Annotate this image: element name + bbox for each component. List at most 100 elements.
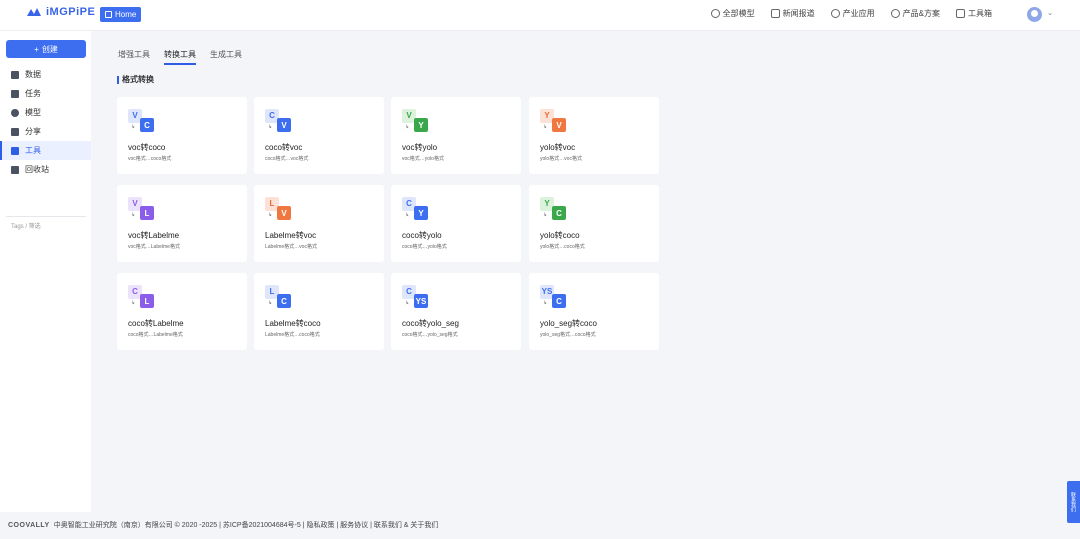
tab-convert[interactable]: 转换工具 [164,49,196,65]
nav-label: 工具箱 [968,9,992,18]
sidebar-item-trash[interactable]: 回收站 [0,160,91,179]
top-nav: 全部模型 新闻报道 产业应用 产品&方案 工具箱 [710,8,992,19]
format-convert-icon: L ↳ V [265,197,292,222]
plus-icon: + [34,44,39,54]
card-title: Labelme转coco [265,319,321,328]
format-convert-icon: C ↳ V [265,109,292,134]
sidebar-item-share[interactable]: 分享 [0,122,91,141]
tool-card[interactable]: C ↳ L coco转Labelme coco格式…Labelme格式 [117,273,247,350]
format-convert-icon: V ↳ Y [402,109,429,134]
tool-card[interactable]: V ↳ Yvoc转yolo voc格式…yolo格式 [391,97,521,174]
target-format-badge: L [140,206,154,220]
format-convert-icon: YS ↳ C [540,285,567,310]
target-format-badge: V [277,206,291,220]
sidebar-item-tool[interactable]: 工具 [0,141,91,160]
avatar[interactable] [1027,7,1042,22]
format-convert-icon: V ↳ C [128,109,155,134]
tool-card[interactable]: L ↳ C Labelme转coco Labelme格式…coco格式 [254,273,384,350]
target-format-badge: V [277,118,291,132]
card-description: coco格式…Labelme格式 [128,332,183,338]
card-title: coco转yolo_seg [402,319,459,328]
sidebar: + 创建 数据 任务 模型 分享 工具 回收站 Tags / 筛选 [0,31,91,512]
sidebar-item-label: 模型 [25,108,41,117]
target-format-badge: C [552,294,566,308]
card-description: yolo格式…voc格式 [540,156,582,162]
create-button[interactable]: + 创建 [6,40,86,58]
card-title: yolo转voc [540,143,576,152]
arrow-icon: ↳ [131,124,136,130]
section-title: 格式转换 [117,76,154,84]
format-convert-icon: L ↳ C [265,285,292,310]
target-format-badge: Y [414,206,428,220]
home-button[interactable]: Home [100,7,142,22]
format-convert-icon: C ↳ L [128,285,155,310]
chevron-down-icon[interactable]: ⌄ [1047,9,1053,17]
card-title: coco转voc [265,143,303,152]
tool-card[interactable]: C ↳ Vcoco转voc coco格式…voc格式 [254,97,384,174]
card-title: Labelme转voc [265,231,317,240]
create-label: 创建 [41,44,58,54]
sidebar-item-task[interactable]: 任务 [0,84,91,103]
nav-products[interactable]: 产品&方案 [890,8,940,19]
tool-card[interactable]: V ↳ Lvoc转Labelme voc格式…Labelme格式 [117,185,247,262]
model-icon [11,108,19,117]
tags-filter[interactable]: Tags / 筛选 [11,221,41,230]
tool-card[interactable]: V ↳ Cvoc转coco voc格式…coco格式 [117,97,247,174]
sidebar-item-data[interactable]: 数据 [0,65,91,84]
target-format-badge: Y [414,118,428,132]
target-format-badge: L [140,294,154,308]
card-title: voc转coco [128,143,166,152]
sidebar-item-label: 任务 [25,89,41,98]
logo-icon [27,8,41,16]
nav-label: 新闻报道 [782,9,815,18]
footer: COOVALLY 中奥智能工业研究院（南京）有限公司 © 2020 -2025 … [8,520,438,530]
arrow-icon: ↳ [268,124,273,130]
card-description: Labelme格式…coco格式 [265,332,320,338]
target-format-badge: C [140,118,154,132]
tool-icon [11,146,19,155]
arrow-icon: ↳ [131,212,136,218]
sidebar-item-label: 数据 [25,70,41,79]
footer-text[interactable]: 中奥智能工业研究院（南京）有限公司 © 2020 -2025 | 苏ICP备20… [54,520,439,530]
target-format-badge: V [552,118,566,132]
tool-card[interactable]: YS ↳ C yolo_seg转coco yolo_seg格式…coco格式 [529,273,659,350]
card-description: yolo_seg格式…coco格式 [540,332,596,338]
nav-toolbox[interactable]: 工具箱 [956,8,992,19]
sidebar-item-model[interactable]: 模型 [0,103,91,122]
card-description: coco格式…yolo_seg格式 [402,332,458,338]
tool-card[interactable]: C ↳ YS coco转yolo_seg coco格式…yolo_seg格式 [391,273,521,350]
home-icon [105,11,112,18]
card-description: voc格式…Labelme格式 [128,244,180,250]
contact-float-button[interactable]: 联系我们 [1067,481,1080,523]
tab-enhance[interactable]: 增强工具 [118,49,150,65]
shield-icon [890,9,900,18]
card-title: yolo_seg转coco [540,319,597,328]
arrow-icon: ↳ [268,212,273,218]
card-title: coco转Labelme [128,319,184,328]
nav-news[interactable]: 新闻报道 [770,8,815,19]
nav-industry[interactable]: 产业应用 [830,8,875,19]
card-description: coco格式…yolo格式 [402,244,447,250]
trash-icon [11,165,19,174]
card-title: coco转yolo [402,231,442,240]
footer-brand: COOVALLY [8,521,50,529]
tab-generate[interactable]: 生成工具 [210,49,242,65]
tool-card[interactable]: C ↳ Y coco转yolo coco格式…yolo格式 [391,185,521,262]
arrow-icon: ↳ [405,124,410,130]
logo[interactable]: iMGPiPE [26,6,95,18]
data-icon [11,70,19,79]
task-icon [11,89,19,98]
target-format-badge: C [277,294,291,308]
arrow-icon: ↳ [543,212,548,218]
home-label: Home [115,10,137,19]
card-description: Labelme格式…voc格式 [265,244,317,250]
card-description: voc格式…coco格式 [128,156,172,162]
nav-all-models[interactable]: 全部模型 [710,8,755,19]
format-convert-icon: C ↳ Y [402,197,429,222]
tool-card[interactable]: Y ↳ Cyolo转coco yolo格式…coco格式 [529,185,659,262]
gear-icon [830,9,840,18]
tool-card[interactable]: Y ↳ Vyolo转voc yolo格式…voc格式 [529,97,659,174]
tool-card[interactable]: L ↳ V Labelme转voc Labelme格式…voc格式 [254,185,384,262]
sidebar-item-label: 回收站 [25,165,49,174]
news-icon [770,9,780,18]
